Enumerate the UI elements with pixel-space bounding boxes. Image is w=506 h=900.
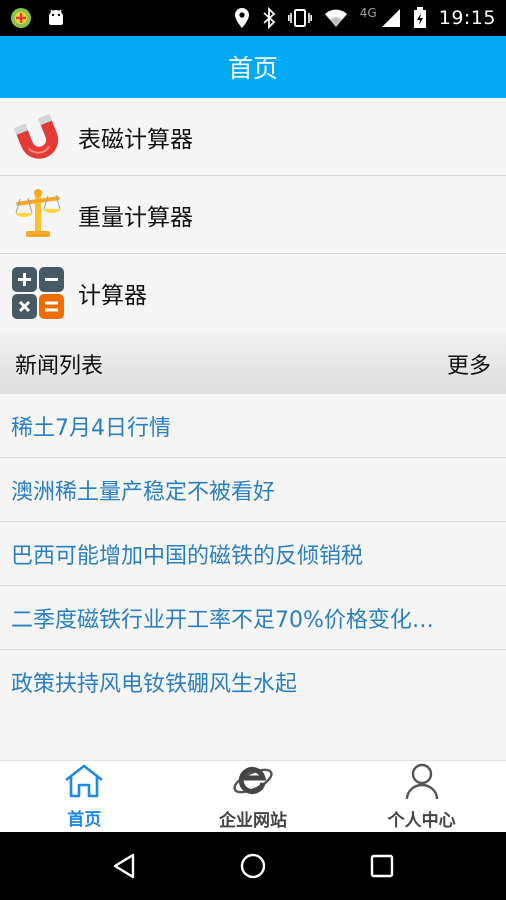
tool-item-calculator[interactable]: 计算器	[0, 254, 506, 332]
news-item-title: 政策扶持风电钕铁硼风生水起	[11, 672, 298, 697]
news-item[interactable]: 澳洲稀土量产稳定不被看好	[0, 458, 506, 522]
magnet-icon	[10, 109, 66, 165]
tab-company-website[interactable]: 企业网站	[169, 761, 338, 832]
bluetooth-icon	[262, 7, 276, 29]
tool-label: 重量计算器	[78, 204, 193, 231]
system-nav-bar	[0, 832, 506, 900]
page-title: 首页	[227, 54, 278, 83]
bottom-tab-bar: 首页 企业网站 个人中心	[0, 760, 506, 832]
news-section-header: 新闻列表 更多	[0, 333, 506, 394]
news-section-title: 新闻列表	[15, 353, 104, 379]
news-item-title: 巴西可能增加中国的磁铁的反倾销税	[11, 543, 364, 569]
signal-icon	[381, 8, 401, 28]
tab-label: 企业网站	[219, 811, 287, 831]
news-more-link[interactable]: 更多	[447, 348, 491, 380]
home-icon	[63, 763, 105, 803]
tab-home[interactable]: 首页	[0, 761, 169, 832]
back-icon[interactable]	[104, 846, 144, 886]
recents-icon[interactable]	[362, 846, 402, 886]
home-circle-icon[interactable]	[233, 846, 273, 886]
user-icon	[404, 762, 440, 804]
wifi-icon	[324, 8, 348, 28]
news-item-title: 二季度磁铁行业开工率不足70%价格变化…	[11, 607, 434, 633]
news-item-title: 澳洲稀土量产稳定不被看好	[11, 479, 276, 505]
news-item[interactable]: 稀土7月4日行情	[0, 394, 506, 458]
browser-icon	[231, 762, 275, 804]
tool-label: 计算器	[78, 283, 147, 309]
news-item[interactable]: 政策扶持风电钕铁硼风生水起	[0, 650, 506, 714]
news-list: 稀土7月4日行情 澳洲稀土量产稳定不被看好 巴西可能增加中国的磁铁的反倾销税 二…	[0, 394, 506, 760]
tool-item-weight-calculator[interactable]: 重量计算器	[0, 176, 506, 254]
vibrate-icon	[287, 8, 312, 28]
calculator-icon	[10, 265, 66, 321]
news-item[interactable]: 二季度磁铁行业开工率不足70%价格变化…	[0, 586, 506, 650]
app-notification-icon	[10, 7, 32, 29]
network-type: 4G	[359, 6, 377, 20]
tool-list: 表磁计算器 重量计算器 计算器	[0, 98, 506, 332]
android-icon	[46, 7, 66, 29]
news-item-title: 稀土7月4日行情	[11, 415, 171, 441]
tab-label: 首页	[67, 810, 102, 830]
status-bar: 4G 19:15	[0, 0, 506, 36]
location-icon	[234, 7, 250, 29]
scale-icon	[10, 187, 66, 243]
tab-label: 个人中心	[387, 811, 456, 831]
clock: 19:15	[438, 7, 496, 29]
tab-personal-center[interactable]: 个人中心	[337, 761, 506, 832]
battery-icon	[413, 7, 427, 29]
title-bar: 首页	[0, 36, 506, 98]
tool-label: 表磁计算器	[78, 126, 193, 153]
news-item[interactable]: 巴西可能增加中国的磁铁的反倾销税	[0, 522, 506, 586]
tool-item-magnet-calculator[interactable]: 表磁计算器	[0, 98, 506, 176]
